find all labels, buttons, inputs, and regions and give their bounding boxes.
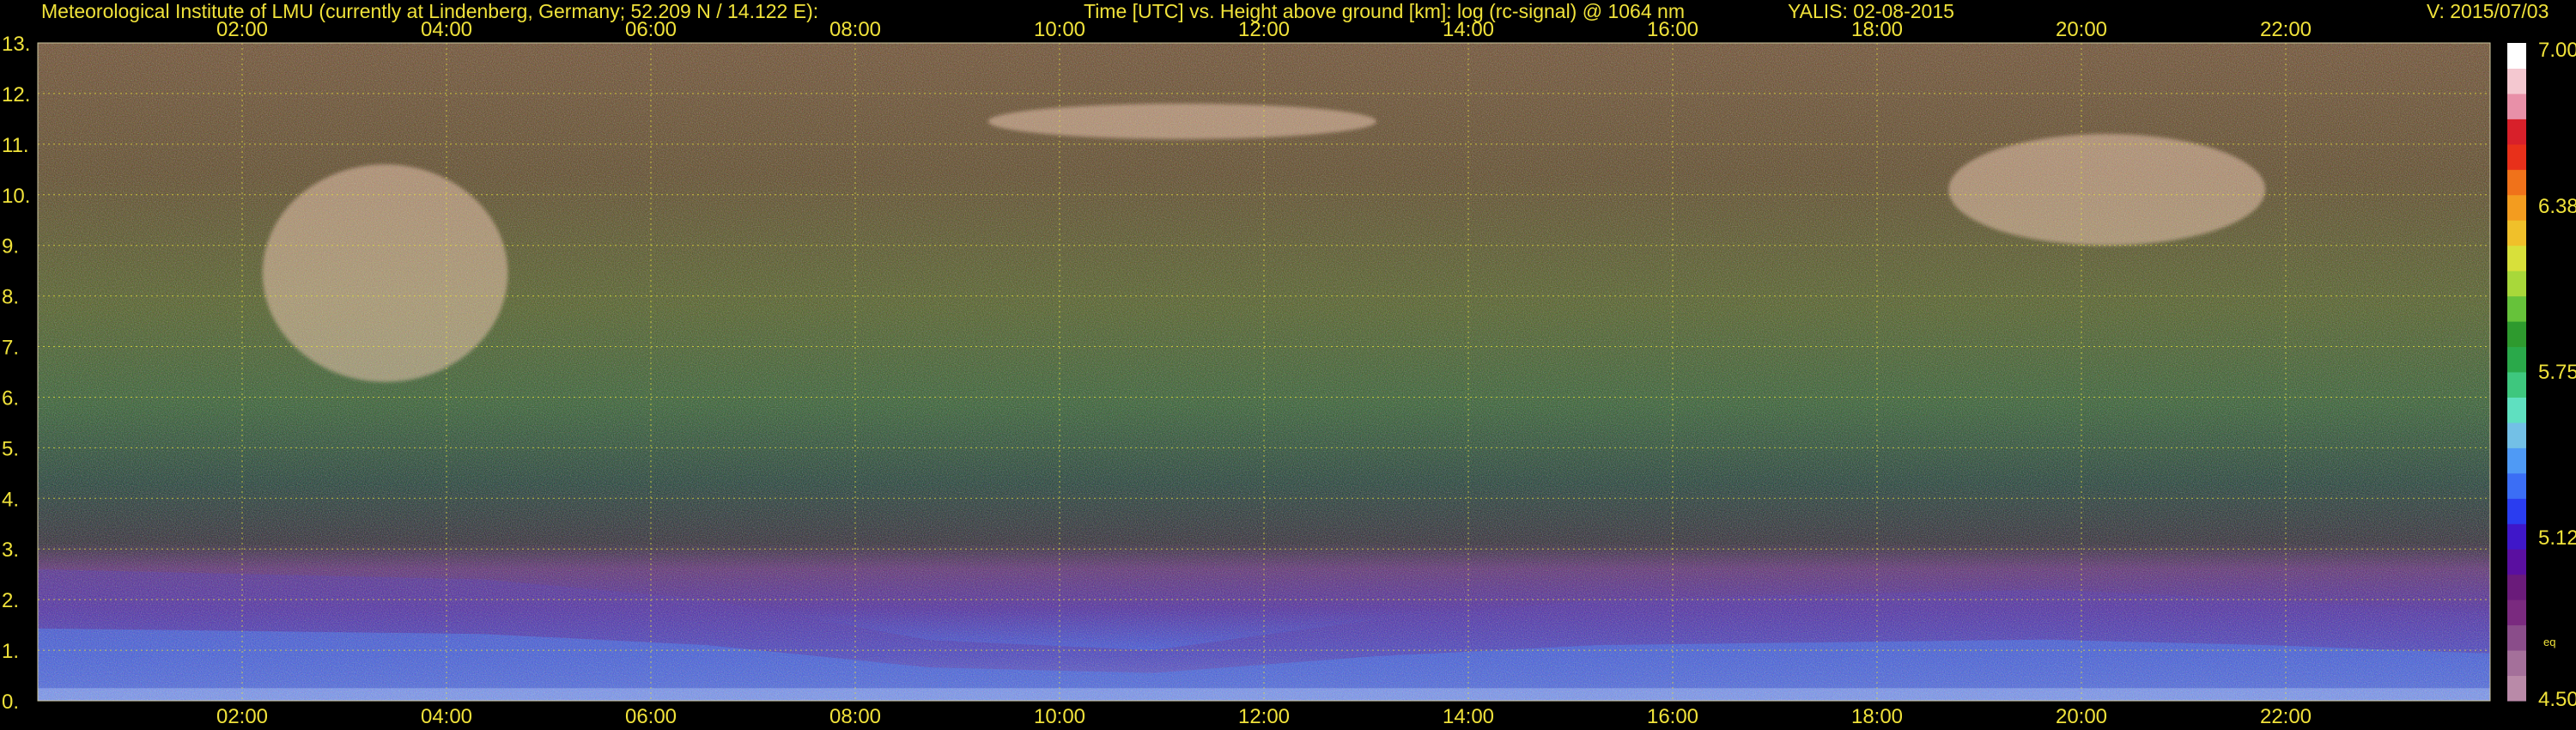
colorbar-segment [2507, 574, 2526, 600]
colorbar-segment [2507, 397, 2526, 423]
instrument-date: YALIS: 02-08-2015 [1788, 0, 1954, 22]
colorbar-segment [2507, 650, 2526, 677]
colorbar-segment [2507, 549, 2526, 575]
x-tick-label-bottom: 08:00 [829, 705, 881, 728]
x-tick-label-top: 22:00 [2260, 18, 2312, 41]
lidar-chart: 02:0002:0004:0004:0006:0006:0008:0008:00… [2, 18, 2576, 728]
colorbar-note: eq [2543, 636, 2555, 648]
y-tick-label: 1. [2, 640, 19, 663]
colorbar-segment [2507, 119, 2526, 145]
colorbar-segment [2507, 68, 2526, 94]
y-tick-label: 4. [2, 488, 19, 511]
y-tick-label: 13. [2, 33, 30, 56]
x-tick-label-bottom: 04:00 [421, 705, 472, 728]
colorbar-tick-label: 4.50 [2538, 688, 2576, 711]
y-tick-label: 10. [2, 185, 30, 208]
colorbar-segment [2507, 447, 2526, 474]
y-tick-label: 11. [2, 134, 29, 157]
colorbar-segment [2507, 220, 2526, 246]
y-tick-label: 2. [2, 589, 19, 612]
colorbar-segment [2507, 194, 2526, 221]
x-tick-label-top: 10:00 [1034, 18, 1085, 41]
colorbar-segment [2507, 599, 2526, 626]
y-tick-label: 12. [2, 83, 30, 106]
colorbar-segment [2507, 472, 2526, 499]
colorbar-segment [2507, 245, 2526, 271]
y-tick-label: 6. [2, 386, 19, 410]
institute-label: Meteorological Institute of LMU (current… [41, 0, 819, 22]
colorbar-tick-label: 5.12 [2538, 526, 2576, 550]
version-label: V: 2015/07/03 [2427, 0, 2549, 22]
x-tick-label-bottom: 16:00 [1647, 705, 1698, 728]
colorbar-tick-label: 7.00 [2538, 39, 2576, 62]
x-tick-label-bottom: 06:00 [625, 705, 677, 728]
y-tick-label: 8. [2, 286, 19, 309]
y-tick-label: 9. [2, 235, 19, 259]
chart-description: Time [UTC] vs. Height above ground [km]:… [1084, 0, 1685, 22]
colorbar-segment [2507, 422, 2526, 448]
colorbar-segment [2507, 143, 2526, 170]
x-tick-label-bottom: 14:00 [1443, 705, 1494, 728]
colorbar-segment [2507, 169, 2526, 196]
colorbar-segment [2507, 295, 2526, 322]
colorbar-segment [2507, 93, 2526, 119]
x-tick-label-top: 08:00 [829, 18, 881, 41]
colorbar-segment [2507, 523, 2526, 550]
x-tick-label-bottom: 12:00 [1238, 705, 1290, 728]
colorbar-tick-label: 5.75 [2538, 361, 2576, 384]
x-tick-label-bottom: 02:00 [216, 705, 268, 728]
colorbar-segment [2507, 675, 2526, 702]
colorbar-segment [2507, 321, 2526, 348]
colorbar-segment [2507, 271, 2526, 297]
x-tick-label-bottom: 18:00 [1851, 705, 1903, 728]
y-tick-label: 7. [2, 337, 19, 360]
colorbar-tick-label: 6.38 [2538, 195, 2576, 218]
x-tick-label-bottom: 20:00 [2056, 705, 2107, 728]
y-tick-label: 3. [2, 538, 19, 562]
x-tick-label-bottom: 22:00 [2260, 705, 2312, 728]
colorbar-segment [2507, 346, 2526, 373]
y-tick-label: 5. [2, 437, 19, 460]
colorbar-segment [2507, 498, 2526, 525]
x-tick-label-top: 20:00 [2056, 18, 2107, 41]
colorbar-segment [2507, 372, 2526, 398]
y-tick-label: 0. [2, 690, 19, 714]
colorbar-segment [2507, 624, 2526, 651]
x-tick-label-bottom: 10:00 [1034, 705, 1085, 728]
colorbar-segment [2507, 43, 2526, 69]
